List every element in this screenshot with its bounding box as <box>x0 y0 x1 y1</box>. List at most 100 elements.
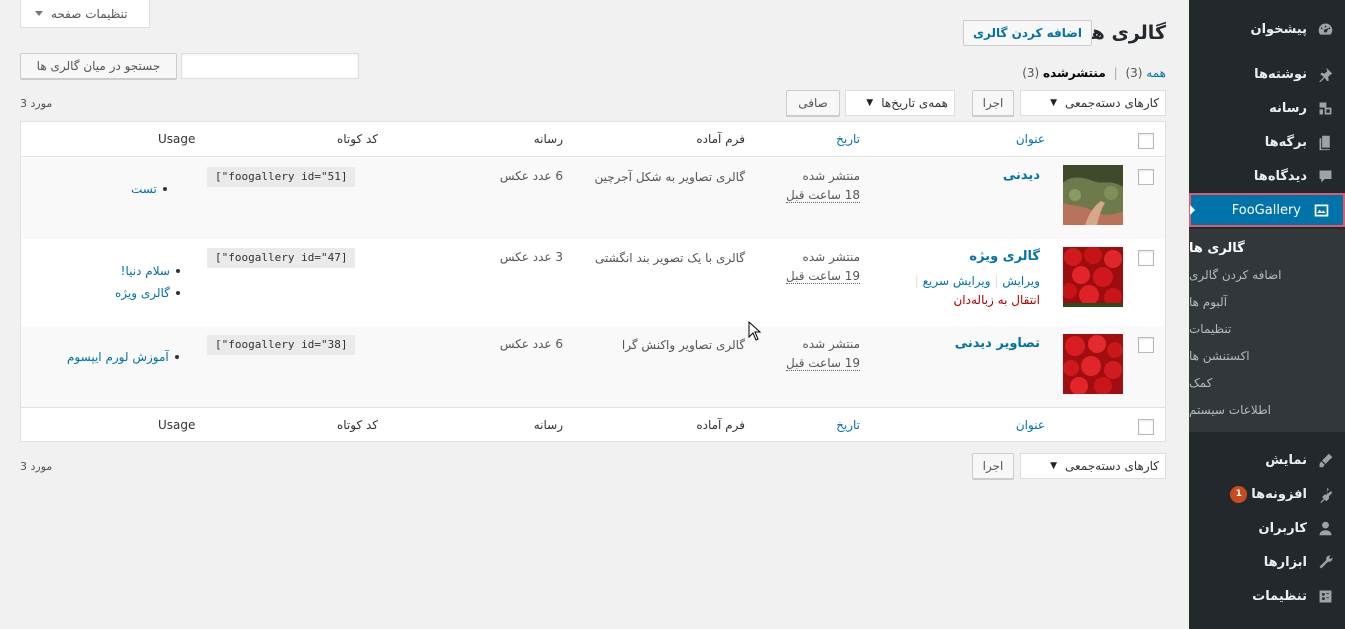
column-usage-header: Usage <box>158 132 196 146</box>
column-title-footer[interactable]: عنوان <box>1016 418 1045 432</box>
media-icon <box>1315 98 1335 118</box>
appearance-icon <box>1315 450 1335 470</box>
submenu-add-gallery[interactable]: اضافه کردن گالری <box>1189 262 1345 289</box>
menu-settings[interactable]: تنظیمات <box>1189 579 1345 613</box>
usage-link[interactable]: تست <box>131 182 157 196</box>
bulk-actions-label: کارهای دسته‌جمعی <box>1065 96 1159 110</box>
menu-posts-label: نوشته‌ها <box>1254 66 1307 82</box>
mouse-cursor-icon <box>748 321 762 341</box>
submenu-galleries[interactable]: گالری ها <box>1189 235 1345 262</box>
menu-plugins[interactable]: افزونه‌ها 1 <box>1189 477 1345 511</box>
row-checkbox[interactable] <box>1138 169 1154 185</box>
page-title: گالری ها <box>1084 22 1166 44</box>
list-item: آموزش لورم ایپسوم <box>67 350 179 364</box>
bullet-icon <box>175 291 180 295</box>
menu-posts[interactable]: نوشته‌ها <box>1189 57 1345 91</box>
users-icon <box>1315 518 1335 538</box>
trash-link[interactable]: انتقال به زباله‌دان <box>953 293 1040 307</box>
tools-icon <box>1315 552 1335 572</box>
bulk-actions-select-bottom[interactable]: کارهای دسته‌جمعی ▼ <box>1020 453 1166 479</box>
menu-media[interactable]: رسانه <box>1189 91 1345 125</box>
shortcode[interactable]: ["foogallery id="38] <box>207 335 356 355</box>
usage-list: سلام دنیا! گالری ویژه <box>115 264 180 308</box>
submenu-settings[interactable]: تنظیمات <box>1189 316 1345 343</box>
date-status: منتشر شده <box>802 337 860 351</box>
usage-link[interactable]: سلام دنیا! <box>121 264 170 278</box>
menu-tools[interactable]: ابزارها <box>1189 545 1345 579</box>
quick-edit-link[interactable]: ویرایش سریع <box>923 274 991 288</box>
column-shortcode-header: کد کوتاه <box>336 132 378 146</box>
column-media-footer: رسانه <box>533 418 563 432</box>
template-name: گالری تصاویر واکنش گرا <box>621 338 745 352</box>
chevron-down-icon: ▼ <box>1050 98 1058 108</box>
add-gallery-button[interactable]: اضافه کردن گالری <box>962 20 1092 46</box>
usage-link[interactable]: آموزش لورم ایپسوم <box>67 350 169 364</box>
gallery-title-link[interactable]: دیدنی <box>1003 168 1040 183</box>
shortcode[interactable]: ["foogallery id="51] <box>207 167 356 187</box>
list-item: گالری ویژه <box>115 286 180 300</box>
column-shortcode-footer: کد کوتاه <box>336 418 378 432</box>
submenu-extensions[interactable]: اکستنشن ها <box>1189 343 1345 370</box>
column-title-header[interactable]: عنوان <box>1016 132 1045 146</box>
menu-pages-label: برگه‌ها <box>1264 134 1307 150</box>
menu-users[interactable]: کاربران <box>1189 511 1345 545</box>
column-usage-footer: Usage <box>158 418 196 432</box>
filter-button[interactable]: صافی <box>786 90 840 116</box>
shortcode[interactable]: ["foogallery id="47] <box>207 248 356 268</box>
column-date-footer[interactable]: تاریخ <box>836 418 860 432</box>
gallery-title-link[interactable]: تصاویر دیدنی <box>955 336 1040 351</box>
column-date-header[interactable]: تاریخ <box>836 132 860 146</box>
usage-link[interactable]: گالری ویژه <box>115 286 170 300</box>
usage-list: آموزش لورم ایپسوم <box>67 350 179 372</box>
submenu-help[interactable]: کمک <box>1189 370 1345 397</box>
menu-appearance[interactable]: نمایش <box>1189 443 1345 477</box>
pin-icon <box>1315 64 1335 84</box>
bullet-icon <box>174 355 179 359</box>
select-all-checkbox[interactable] <box>1138 133 1154 149</box>
filter-published-link[interactable]: منتشرشده <box>1043 66 1106 80</box>
usage-list: تست <box>131 182 167 204</box>
filter-separator: | <box>1113 66 1118 80</box>
edit-link[interactable]: ویرایش <box>1002 274 1040 288</box>
menu-dashboard[interactable]: پیشخوان <box>1189 12 1345 46</box>
plugins-icon <box>1315 484 1335 504</box>
menu-pages[interactable]: برگه‌ها <box>1189 125 1345 159</box>
table-row: گالری ویژه ویرایش | ویرایش سریع | انتقال… <box>21 239 1165 326</box>
main-content: تنظیمات صفحه گالری ها اضافه کردن گالری ه… <box>20 0 1166 629</box>
row-actions: ویرایش | ویرایش سریع | <box>915 274 1040 288</box>
foogallery-menu-highlight: FooGallery <box>1189 193 1345 227</box>
menu-foogallery-label: FooGallery <box>1231 202 1301 218</box>
gallery-title-link[interactable]: گالری ویژه <box>969 249 1040 264</box>
filter-all-link[interactable]: همه <box>1146 66 1166 80</box>
media-count: 3 عدد عکس <box>499 250 563 264</box>
menu-foogallery[interactable]: FooGallery <box>1190 195 1343 225</box>
date-ago: 19 ساعت قبل <box>785 269 860 284</box>
bulk-actions-select-top[interactable]: کارهای دسته‌جمعی ▼ <box>1020 90 1166 116</box>
menu-media-label: رسانه <box>1269 100 1307 116</box>
table-header: عنوان تاریخ فرم آماده رسانه کد کوتاه Usa… <box>21 122 1165 157</box>
row-checkbox[interactable] <box>1138 250 1154 266</box>
submenu-albums[interactable]: آلبوم ها <box>1189 289 1345 316</box>
apply-button-bottom[interactable]: اجرا <box>972 453 1014 479</box>
plugins-update-badge: 1 <box>1230 485 1248 503</box>
screen-options-button[interactable]: تنظیمات صفحه <box>20 0 150 28</box>
select-all-checkbox-footer[interactable] <box>1138 419 1154 435</box>
template-name: گالری تصاویر به شکل آجرچین <box>594 170 745 184</box>
date-filter-select[interactable]: همه‌ی تاریخ‌ها ▼ <box>845 90 955 116</box>
menu-appearance-label: نمایش <box>1265 452 1307 468</box>
submenu-system-info[interactable]: اطلاعات سیستم <box>1189 397 1345 424</box>
sidebar-bottom-menu: نمایش افزونه‌ها 1 کاربران ابزارها تنظیما… <box>1189 443 1345 613</box>
menu-comments[interactable]: دیدگاه‌ها <box>1189 159 1345 193</box>
filter-all-count: (3) <box>1125 66 1143 80</box>
table-row: تصاویر دیدنی منتشر شده 19 ساعت قبل گالری… <box>21 326 1165 407</box>
column-template-header: فرم آماده <box>696 132 745 146</box>
search-input[interactable] <box>181 53 359 79</box>
comments-icon <box>1315 166 1335 186</box>
row-checkbox[interactable] <box>1138 337 1154 353</box>
menu-tools-label: ابزارها <box>1263 554 1307 570</box>
search-galleries-button[interactable]: جستجو در میان گالری ها <box>20 53 177 79</box>
apply-button-top[interactable]: اجرا <box>972 90 1014 116</box>
foogallery-submenu: گالری ها اضافه کردن گالری آلبوم ها تنظیم… <box>1189 229 1345 432</box>
gallery-icon <box>1311 200 1331 220</box>
settings-icon <box>1315 586 1335 606</box>
